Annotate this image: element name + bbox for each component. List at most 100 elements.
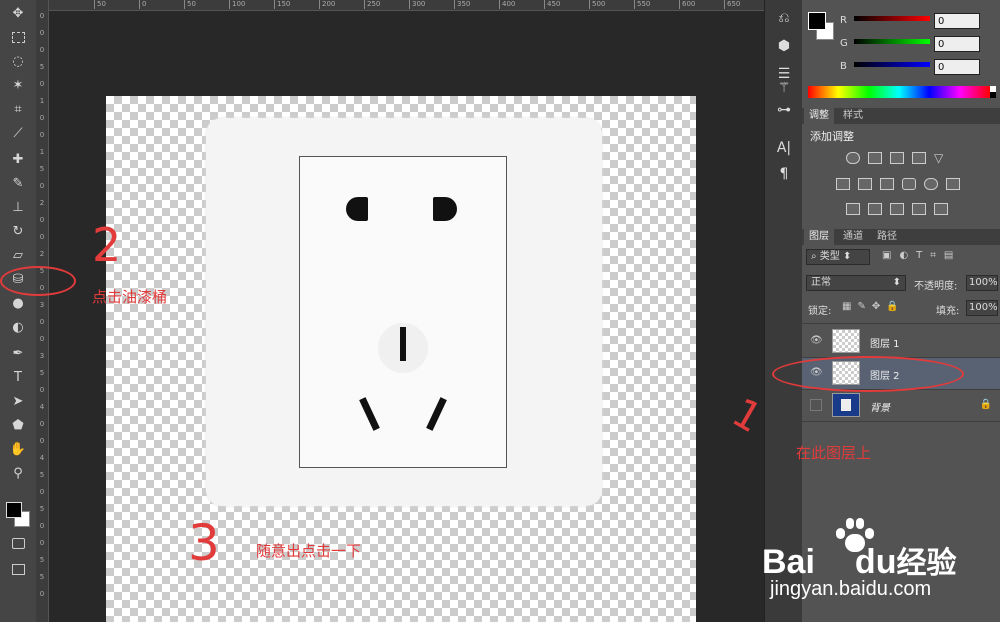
type-icon[interactable]: T (8, 368, 28, 386)
r-value[interactable]: 0 (934, 13, 980, 29)
screen-mode-icon[interactable] (8, 560, 28, 578)
ruler-digit: 4 (39, 454, 45, 462)
color-balance-icon[interactable] (858, 178, 872, 190)
brightness-icon[interactable] (846, 152, 860, 164)
g-value[interactable]: 0 (934, 36, 980, 52)
tool-presets-icon[interactable]: ⊶ (774, 100, 794, 120)
levels-icon[interactable] (868, 152, 882, 164)
marquee-icon[interactable] (8, 28, 28, 46)
hue-saturation-icon[interactable] (836, 178, 850, 190)
ruler-digit: 0 (39, 233, 45, 241)
b-track[interactable] (854, 62, 930, 67)
dodge-icon[interactable]: ◐ (8, 318, 28, 336)
ruler-digit: 2 (39, 199, 45, 207)
blend-chevron-icon: ⬍ (892, 277, 901, 288)
gradient-map-icon[interactable] (934, 203, 948, 215)
ruler-digit: 0 (39, 29, 45, 37)
blur-icon[interactable]: ● (8, 294, 28, 312)
blend-mode-select[interactable]: 正常 ⬍ (806, 275, 906, 291)
healing-brush-icon[interactable]: ✚ (8, 150, 28, 168)
visibility-toggle[interactable] (810, 399, 822, 411)
ruler-tick: 300 (409, 0, 425, 9)
ruler-digit: 5 (39, 556, 45, 564)
character-icon[interactable]: A| (774, 138, 794, 158)
lock-icons[interactable]: ▦✎✥🔒 (842, 301, 905, 312)
vibrance-icon[interactable]: ▽ (934, 152, 948, 164)
fg-color-swatch[interactable] (808, 12, 826, 30)
layer-row[interactable]: 👁 图层 1 (802, 326, 1000, 358)
brush-icon[interactable]: ✎ (8, 174, 28, 192)
history-icon[interactable]: ⎌ (774, 8, 794, 28)
ruler-tick: 150 (274, 0, 290, 9)
path-selection-icon[interactable]: ➤ (8, 392, 28, 410)
horizontal-ruler: 50 0 50 100 150 200 250 300 350 400 450 500 550 600 65… (36, 0, 764, 11)
adjustments-tabbar: 调整 样式 (802, 108, 1000, 124)
spectrum-ramp[interactable] (808, 86, 990, 98)
b-value[interactable]: 0 (934, 59, 980, 75)
threshold-icon[interactable] (890, 203, 904, 215)
annotation-step-3: 随意出点击一下 (256, 542, 362, 560)
foreground-swatch[interactable] (6, 502, 22, 518)
tab-adjustments[interactable]: 调整 (804, 108, 834, 124)
eye-icon[interactable]: 👁 (810, 335, 823, 347)
socket-hole-left (346, 197, 368, 221)
tab-channels[interactable]: 通道 (838, 229, 868, 245)
shape-icon[interactable]: ⬟ (8, 416, 28, 434)
photo-filter-icon[interactable] (902, 178, 916, 190)
tab-paths[interactable]: 路径 (872, 229, 902, 245)
quick-mask-icon[interactable] (8, 534, 28, 552)
lasso-icon[interactable]: ◌ (8, 52, 28, 70)
black-white-icon[interactable] (880, 178, 894, 190)
ruler-tick: 50 (94, 0, 106, 9)
r-slider[interactable]: R 0 (802, 11, 1000, 31)
exposure-icon[interactable] (912, 152, 926, 164)
layer-thumbnail (832, 329, 860, 353)
filter-icons: ▣◐T⌗▤ (882, 250, 962, 261)
ruler-tick: 600 (679, 0, 695, 9)
zoom-icon[interactable]: ⚲ (8, 464, 28, 482)
b-slider[interactable]: B 0 (802, 57, 1000, 77)
black-swatch[interactable] (990, 92, 996, 98)
fill-input[interactable]: 100% (966, 300, 998, 316)
g-track[interactable] (854, 39, 930, 44)
layer-filter-select[interactable]: ⌕ 类型 ⬍ (806, 249, 870, 265)
clone-stamp-icon[interactable]: ⊥ (8, 198, 28, 216)
crop-icon[interactable]: ⌗ (8, 100, 28, 118)
socket-hole-slant-left (359, 397, 380, 431)
ruler-digit: 0 (39, 216, 45, 224)
channel-mixer-icon[interactable] (924, 178, 938, 190)
r-label: R (840, 15, 847, 26)
opacity-input[interactable]: 100% (966, 275, 998, 291)
eraser-icon[interactable]: ▱ (8, 246, 28, 264)
magic-wand-icon[interactable]: ✶ (8, 76, 28, 94)
blend-mode-value: 正常 (811, 277, 831, 288)
tools-panel: ✥ ◌ ✶ ⌗ ⟋ ✚ ✎ ⊥ ↻ ▱ ⛁ ● ◐ ✒ T ➤ ⬟ ✋ ⚲ (0, 0, 37, 622)
tab-styles[interactable]: 样式 (838, 108, 868, 124)
layer-row[interactable]: 背景 🔒 (802, 390, 1000, 422)
layer-name[interactable]: 图层 1 (870, 335, 900, 350)
g-label: G (840, 38, 848, 49)
curves-icon[interactable] (890, 152, 904, 164)
invert-icon[interactable] (846, 203, 860, 215)
brush-presets-icon[interactable]: ⚚ (774, 78, 794, 98)
r-track[interactable] (854, 16, 930, 21)
posterize-icon[interactable] (868, 203, 882, 215)
tab-layers[interactable]: 图层 (804, 229, 834, 245)
ruler-tick: 450 (544, 0, 560, 9)
pen-icon[interactable]: ✒ (8, 344, 28, 362)
ruler-digit: 5 (39, 573, 45, 581)
layer-name[interactable]: 背景 (870, 399, 890, 414)
eyedropper-icon[interactable]: ⟋ (8, 124, 28, 142)
3d-icon[interactable]: ⬢ (774, 36, 794, 56)
ruler-tick: 200 (319, 0, 335, 9)
hand-icon[interactable]: ✋ (8, 440, 28, 458)
annotation-number-2: 2 (92, 218, 122, 272)
paragraph-icon[interactable]: ¶ (774, 164, 794, 184)
selective-color-icon[interactable] (912, 203, 926, 215)
history-brush-icon[interactable]: ↻ (8, 222, 28, 240)
ruler-digit: 0 (39, 437, 45, 445)
ruler-tick: 550 (634, 0, 650, 9)
color-lookup-icon[interactable] (946, 178, 960, 190)
g-slider[interactable]: G 0 (802, 34, 1000, 54)
move-icon[interactable]: ✥ (8, 4, 28, 22)
